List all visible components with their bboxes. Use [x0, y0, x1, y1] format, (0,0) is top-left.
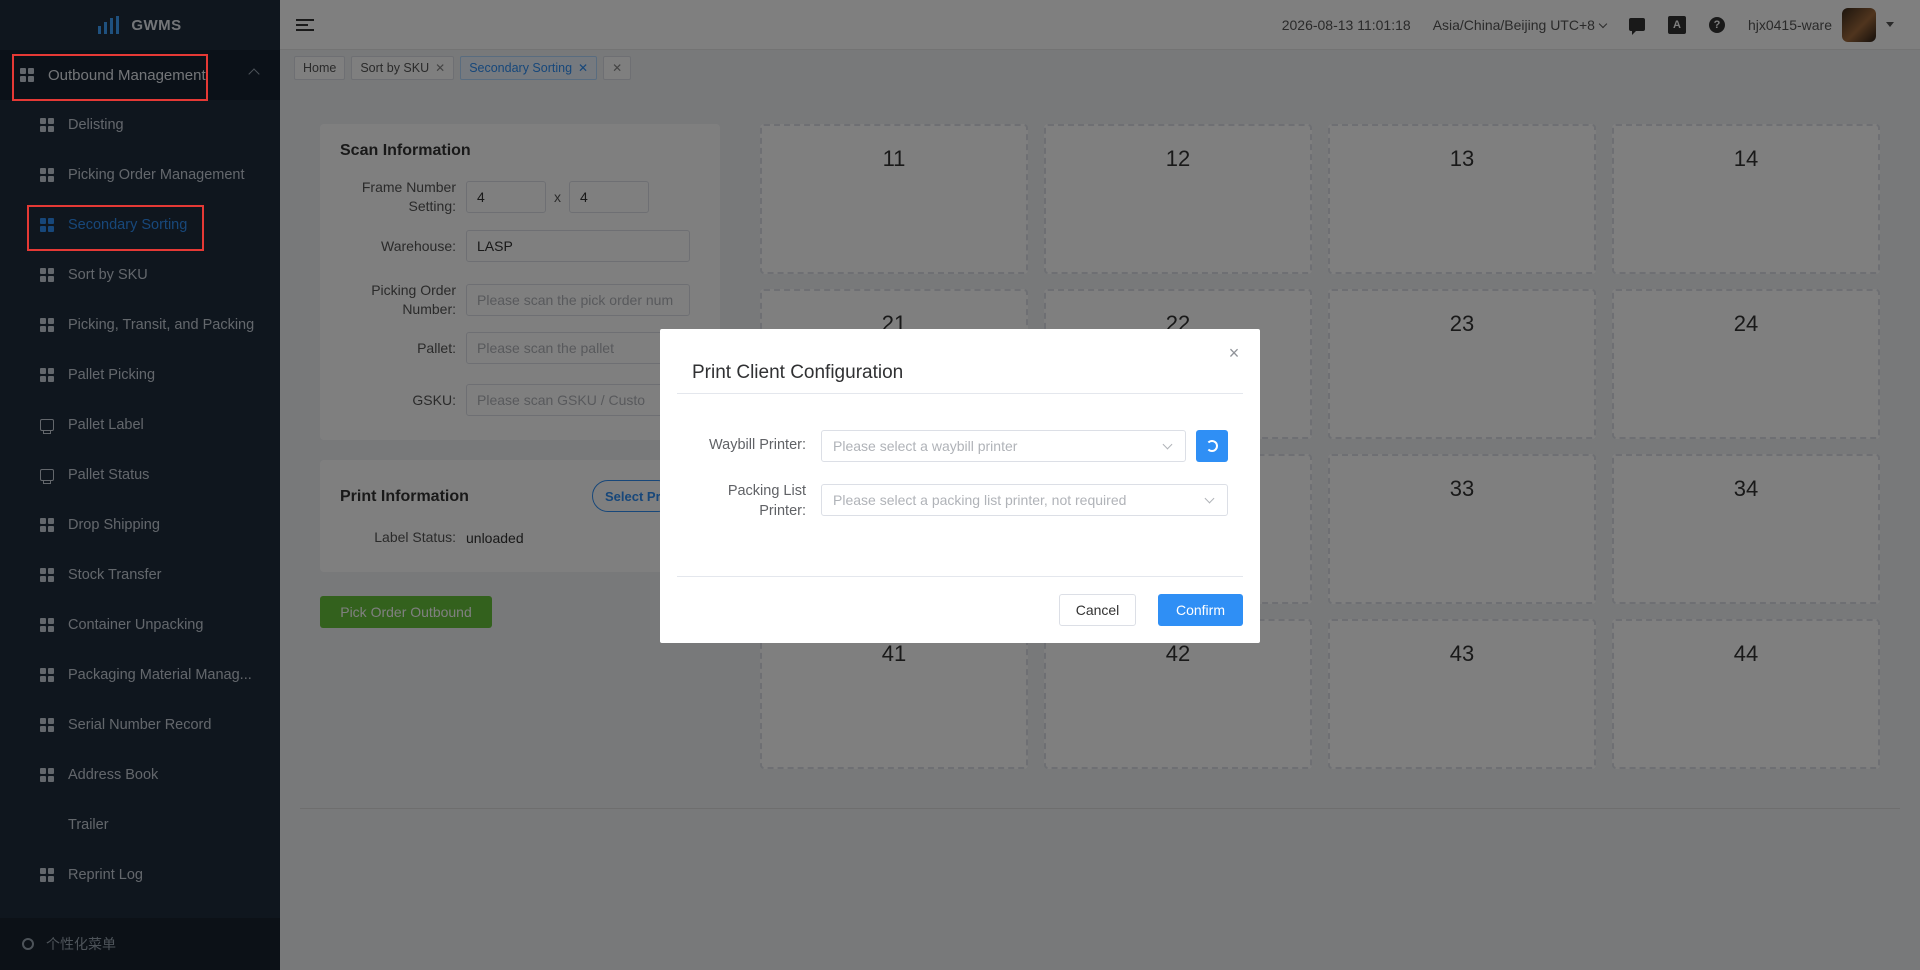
dialog-divider-top [677, 393, 1243, 394]
confirm-button[interactable]: Confirm [1158, 594, 1243, 626]
dialog-divider-bottom [677, 576, 1243, 577]
dialog-title: Print Client Configuration [692, 362, 904, 383]
packing-placeholder: Please select a packing list printer, no… [833, 492, 1127, 508]
waybill-printer-select[interactable]: Please select a waybill printer [821, 430, 1186, 462]
waybill-placeholder: Please select a waybill printer [833, 438, 1018, 454]
print-client-config-dialog: Print Client Configuration × Waybill Pri… [660, 329, 1260, 643]
chevron-down-icon [1162, 439, 1173, 450]
refresh-icon [1206, 440, 1218, 452]
close-icon[interactable]: × [1226, 344, 1242, 362]
refresh-printers-button[interactable] [1196, 430, 1228, 462]
chevron-down-icon [1204, 493, 1215, 504]
cancel-button[interactable]: Cancel [1059, 594, 1136, 626]
packing-list-printer-select[interactable]: Please select a packing list printer, no… [821, 484, 1228, 516]
waybill-printer-label: Waybill Printer: [709, 437, 806, 453]
packing-list-printer-label: Packing List Printer: [727, 483, 806, 519]
